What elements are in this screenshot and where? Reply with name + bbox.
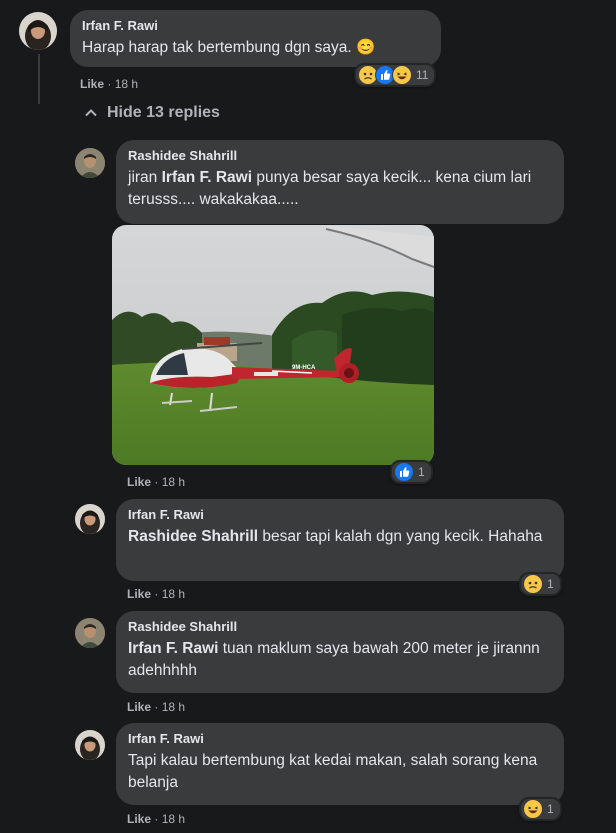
reply-text: jiran Irfan F. Rawi punya besar saya kec… <box>128 167 552 211</box>
reaction-summary[interactable]: 1 <box>519 797 562 821</box>
reply-time[interactable]: 18 h <box>162 812 185 826</box>
reply-bubble: Rashidee Shahrill jiran Irfan F. Rawi pu… <box>116 140 564 224</box>
reply-meta: Like · 18 h <box>127 475 185 489</box>
hide-replies-button[interactable]: Hide 13 replies <box>84 104 220 122</box>
reply-text: Tapi kalau bertembung kat kedai makan, s… <box>128 752 538 791</box>
reply-bubble: Irfan F. Rawi Tapi kalau bertembung kat … <box>116 723 564 805</box>
reaction-count: 1 <box>547 802 554 816</box>
reaction-count: 1 <box>418 465 425 479</box>
haha-icon <box>392 65 412 85</box>
reply-time[interactable]: 18 h <box>162 587 185 601</box>
reply-author[interactable]: Rashidee Shahrill <box>128 619 552 634</box>
comment-bubble: Irfan F. Rawi Harap harap tak bertembung… <box>70 10 441 67</box>
meta-separator: · <box>154 475 162 489</box>
reply-author[interactable]: Irfan F. Rawi <box>128 507 552 522</box>
meta-separator: · <box>154 587 162 601</box>
avatar[interactable] <box>75 148 105 178</box>
thread-line <box>38 54 40 104</box>
like-link[interactable]: Like <box>80 77 104 91</box>
avatar[interactable] <box>75 618 105 648</box>
reaction-count: 11 <box>416 68 429 82</box>
reply-time[interactable]: 18 h <box>162 475 185 489</box>
reply-text: Irfan F. Rawi tuan maklum saya bawah 200… <box>128 638 552 682</box>
avatar[interactable] <box>75 504 105 534</box>
sad-icon <box>523 574 543 594</box>
reply-time[interactable]: 18 h <box>162 700 185 714</box>
comment-text: Harap harap tak bertembung dgn saya. 😊 <box>82 39 376 56</box>
haha-icon <box>523 799 543 819</box>
like-link[interactable]: Like <box>127 475 151 489</box>
reaction-summary[interactable]: 11 <box>354 63 437 87</box>
avatar[interactable] <box>75 730 105 760</box>
reply-author[interactable]: Rashidee Shahrill <box>128 148 552 163</box>
helicopter-registration: 9M-HCA <box>292 365 316 371</box>
comment-author[interactable]: Irfan F. Rawi <box>82 18 429 33</box>
reaction-count: 1 <box>547 577 554 591</box>
mention-link[interactable]: Rashidee Shahrill <box>128 528 258 545</box>
avatar[interactable] <box>19 12 57 50</box>
reply-author[interactable]: Irfan F. Rawi <box>128 731 552 746</box>
reaction-summary[interactable]: 1 <box>390 460 433 484</box>
reply-meta: Like · 18 h <box>127 700 185 714</box>
mention-link[interactable]: Irfan F. Rawi <box>128 640 218 657</box>
mention-link[interactable]: Irfan F. Rawi <box>162 169 252 186</box>
meta-separator: · <box>154 700 162 714</box>
reply-bubble: Rashidee Shahrill Irfan F. Rawi tuan mak… <box>116 611 564 693</box>
comment-meta: Like · 18 h <box>80 77 138 91</box>
reply-meta: Like · 18 h <box>127 812 185 826</box>
like-link[interactable]: Like <box>127 587 151 601</box>
reaction-summary[interactable]: 1 <box>519 572 562 596</box>
reply-text: Rashidee Shahrill besar tapi kalah dgn y… <box>128 526 552 548</box>
reply-text-post: besar tapi kalah dgn yang kecik. Hahaha <box>258 528 543 545</box>
chevron-up-icon <box>85 109 97 117</box>
reply-text-pre: jiran <box>128 169 162 186</box>
like-icon <box>394 462 414 482</box>
reply-bubble: Irfan F. Rawi Rashidee Shahrill besar ta… <box>116 499 564 581</box>
hide-replies-label: Hide 13 replies <box>107 104 220 121</box>
reply-meta: Like · 18 h <box>127 587 185 601</box>
like-link[interactable]: Like <box>127 700 151 714</box>
meta-separator: · <box>107 77 115 91</box>
comment-time[interactable]: 18 h <box>115 77 138 91</box>
like-link[interactable]: Like <box>127 812 151 826</box>
reply-photo[interactable]: 9M-HCA <box>112 225 434 465</box>
meta-separator: · <box>154 812 162 826</box>
